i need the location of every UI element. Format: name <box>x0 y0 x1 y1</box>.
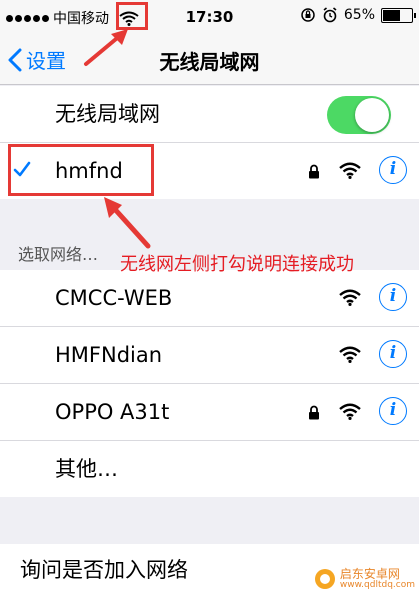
status-bar: 中国移动 17:30 65% <box>0 0 419 34</box>
wifi-signal-icon <box>339 289 361 306</box>
network-list: CMCC-WEB i HMFNdian i OPPO A31t i 其他… <box>0 270 419 497</box>
ask-join-label: 询问是否加入网络 <box>20 558 188 582</box>
battery-percent: 65% <box>343 7 375 23</box>
network-row[interactable]: OPPO A31t i <box>0 384 419 441</box>
wifi-status-highlight-box <box>116 2 148 30</box>
other-network-label: 其他… <box>55 457 118 481</box>
wifi-toggle-switch[interactable] <box>327 96 391 134</box>
nav-bar: 设置 无线局域网 <box>0 34 419 85</box>
network-name: OPPO A31t <box>55 400 170 424</box>
watermark-url: www.qdltdq.com <box>339 580 415 590</box>
lock-icon <box>309 405 319 420</box>
info-icon[interactable]: i <box>379 397 407 425</box>
alarm-icon <box>323 7 337 23</box>
wifi-signal-icon <box>339 346 361 363</box>
wifi-signal-icon <box>339 403 361 420</box>
rotation-lock-icon <box>301 8 315 22</box>
network-row[interactable]: CMCC-WEB i <box>0 270 419 327</box>
status-right: 65% <box>300 7 416 23</box>
info-icon[interactable]: i <box>379 156 407 184</box>
network-row[interactable]: HMFNdian i <box>0 327 419 384</box>
wifi-toggle-row: 无线局域网 <box>0 86 419 143</box>
wifi-signal-icon <box>339 162 361 179</box>
page-title: 无线局域网 <box>159 50 260 74</box>
network-name: HMFNdian <box>55 343 163 367</box>
watermark: 启东安卓网 www.qdltdq.com <box>314 568 415 590</box>
annotation-text: 无线网左侧打勾说明连接成功 <box>120 254 354 275</box>
watermark-text: 启东安卓网 <box>339 567 400 581</box>
info-icon[interactable]: i <box>379 340 407 368</box>
lock-icon <box>309 164 319 179</box>
info-icon[interactable]: i <box>379 283 407 311</box>
battery-icon <box>381 7 416 23</box>
watermark-logo-icon <box>314 569 335 589</box>
wifi-toggle-label: 无线局域网 <box>55 102 160 126</box>
other-network-row[interactable]: 其他… <box>0 441 419 497</box>
network-name: CMCC-WEB <box>55 286 173 310</box>
section-header: 选取网络… <box>18 245 99 264</box>
battery-fill <box>383 9 400 21</box>
connected-network-highlight-box <box>8 144 154 196</box>
